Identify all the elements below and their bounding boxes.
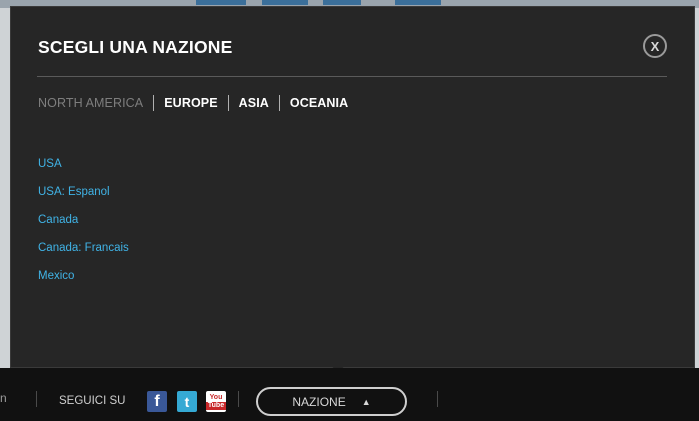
youtube-glyph-top: You (209, 393, 223, 401)
background-nav-item (323, 0, 361, 5)
follow-us-label: SEGUICI SU (59, 395, 126, 407)
footer-edge-text: n (0, 391, 7, 405)
country-selector-button[interactable]: NAZIONE ▲ (256, 387, 407, 416)
country-link-canada-francais[interactable]: Canada: Francais (38, 242, 129, 254)
close-icon: X (650, 38, 660, 54)
youtube-glyph-bottom: Tube (206, 401, 226, 410)
modal-title: SCEGLI UNA NAZIONE (38, 37, 233, 57)
list-item: Mexico (38, 266, 129, 294)
facebook-glyph: f (154, 392, 160, 410)
tab-europe[interactable]: EUROPE (164, 96, 217, 110)
list-item: Canada: Francais (38, 238, 129, 266)
tab-asia[interactable]: ASIA (239, 96, 269, 110)
list-item: USA (38, 154, 129, 182)
country-button-label: NAZIONE (292, 394, 346, 409)
tab-separator (278, 95, 280, 111)
title-divider (37, 76, 667, 77)
country-link-mexico[interactable]: Mexico (38, 270, 74, 282)
footer-divider (238, 391, 239, 407)
tab-oceania[interactable]: OCEANIA (290, 96, 348, 110)
country-link-usa[interactable]: USA (38, 158, 62, 170)
youtube-icon[interactable]: You Tube (206, 391, 226, 412)
tab-separator (153, 95, 155, 111)
background-nav-item (196, 0, 246, 5)
footer-bar: n SEGUICI SU f t You Tube NAZIONE ▲ (0, 368, 699, 421)
region-tabs: NORTH AMERICA EUROPE ASIA OCEANIA (38, 95, 348, 111)
country-link-canada[interactable]: Canada (38, 214, 78, 226)
footer-divider (36, 391, 37, 407)
footer-divider (437, 391, 438, 407)
twitter-icon[interactable]: t (177, 391, 197, 412)
country-selector-modal: SCEGLI UNA NAZIONE X NORTH AMERICA EUROP… (10, 6, 695, 368)
facebook-icon[interactable]: f (147, 391, 167, 412)
twitter-glyph: t (184, 393, 190, 410)
country-list: USA USA: Espanol Canada Canada: Francais… (38, 154, 129, 294)
caret-up-icon: ▲ (361, 396, 371, 407)
country-link-usa-espanol[interactable]: USA: Espanol (38, 186, 110, 198)
tab-north-america[interactable]: NORTH AMERICA (38, 96, 143, 110)
list-item: Canada (38, 210, 129, 238)
list-item: USA: Espanol (38, 182, 129, 210)
close-button[interactable]: X (643, 34, 667, 58)
tab-separator (227, 95, 229, 111)
background-nav-item (262, 0, 308, 5)
background-nav-item (395, 0, 441, 5)
